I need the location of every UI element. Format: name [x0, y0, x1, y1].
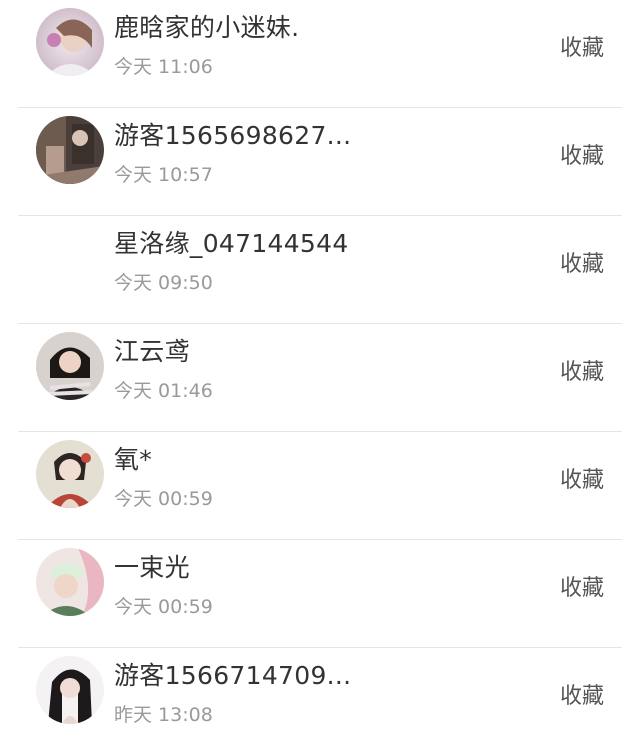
avatar[interactable] — [36, 548, 104, 616]
list-item[interactable]: 星洛缘_047144544 今天 09:50 收藏 — [0, 216, 640, 324]
list-item[interactable]: 氧* 今天 00:59 收藏 — [0, 432, 640, 540]
user-name: 氧* — [114, 445, 153, 474]
favorite-button[interactable]: 收藏 — [560, 678, 604, 710]
user-name: 游客1565698627... — [114, 121, 352, 150]
avatar[interactable] — [36, 440, 104, 508]
avatar[interactable] — [36, 116, 104, 184]
avatar[interactable] — [36, 8, 104, 76]
user-name: 星洛缘_047144544 — [114, 229, 349, 258]
visit-time: 今天 00:59 — [114, 488, 213, 510]
favorite-button[interactable]: 收藏 — [560, 570, 604, 602]
list-item[interactable]: 游客1566714709... 昨天 13:08 收藏 — [0, 648, 640, 756]
list-item[interactable]: 江云鸢 今天 01:46 收藏 — [0, 324, 640, 432]
list-item[interactable]: 鹿晗家的小迷妹. 今天 11:06 收藏 — [0, 0, 640, 108]
favorite-button[interactable]: 收藏 — [560, 354, 604, 386]
avatar[interactable] — [36, 224, 104, 292]
visitor-list: 鹿晗家的小迷妹. 今天 11:06 收藏 游客1565698627... 今天 … — [0, 0, 640, 756]
user-name: 游客1566714709... — [114, 661, 352, 690]
user-name: 江云鸢 — [114, 337, 190, 366]
user-name: 鹿晗家的小迷妹. — [114, 13, 300, 42]
visit-time: 今天 00:59 — [114, 596, 213, 618]
favorite-button[interactable]: 收藏 — [560, 246, 604, 278]
user-name: 一束光 — [114, 553, 190, 582]
visit-time: 今天 11:06 — [114, 56, 213, 78]
favorite-button[interactable]: 收藏 — [560, 138, 604, 170]
visit-time: 今天 09:50 — [114, 272, 213, 294]
avatar[interactable] — [36, 656, 104, 724]
favorite-button[interactable]: 收藏 — [560, 462, 604, 494]
avatar[interactable] — [36, 332, 104, 400]
list-item[interactable]: 一束光 今天 00:59 收藏 — [0, 540, 640, 648]
list-item[interactable]: 游客1565698627... 今天 10:57 收藏 — [0, 108, 640, 216]
visit-time: 今天 10:57 — [114, 164, 213, 186]
favorite-button[interactable]: 收藏 — [560, 30, 604, 62]
visit-time: 昨天 13:08 — [114, 704, 213, 726]
visit-time: 今天 01:46 — [114, 380, 213, 402]
